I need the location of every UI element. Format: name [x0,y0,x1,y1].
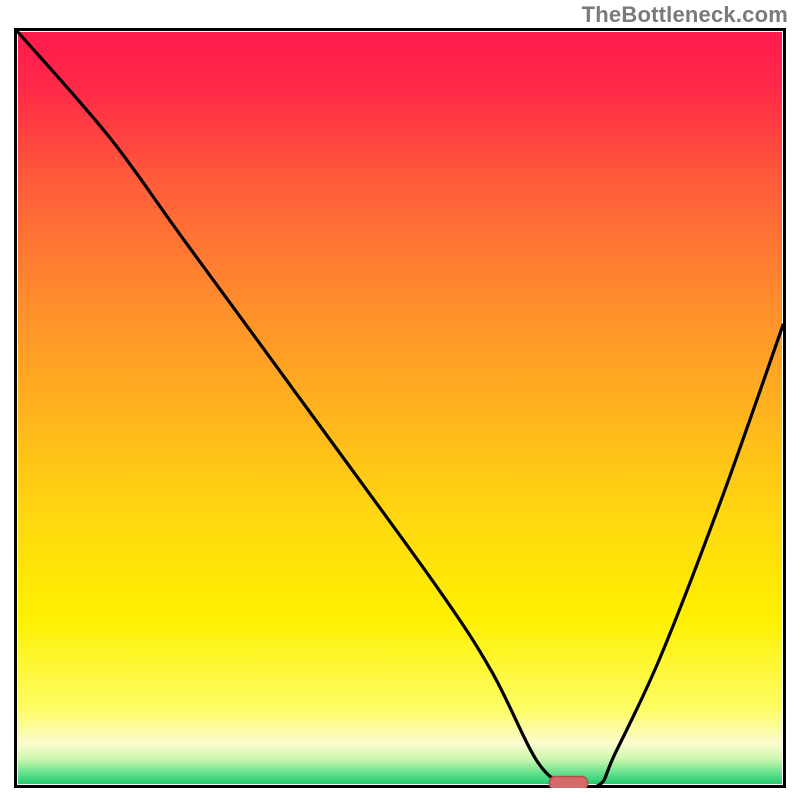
gradient-plot-area [17,31,783,785]
watermark-text: TheBottleneck.com [582,2,788,28]
selection-marker [549,777,587,789]
bottleneck-chart [14,28,786,788]
chart-svg [14,28,786,788]
